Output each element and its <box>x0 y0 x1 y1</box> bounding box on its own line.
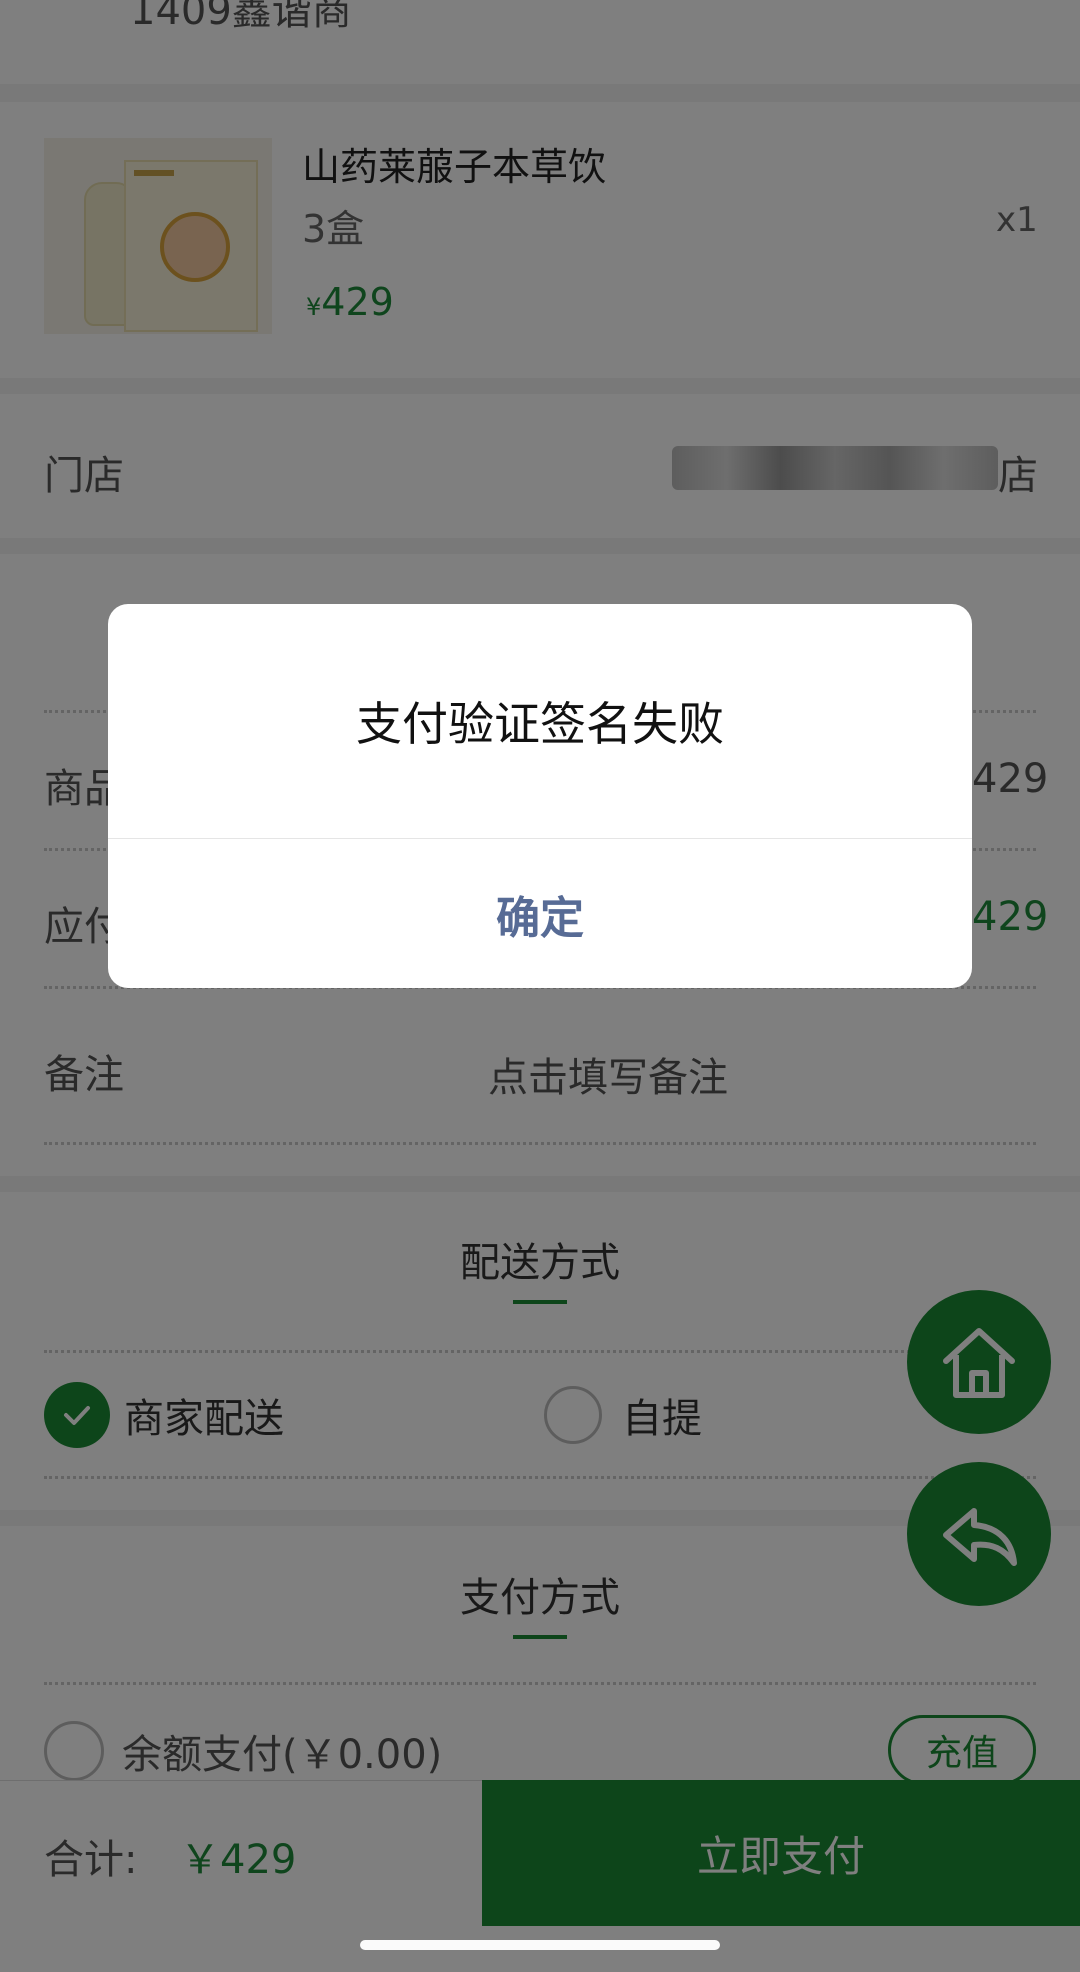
alert-dialog: 支付验证签名失败 确定 <box>108 604 972 988</box>
confirm-button[interactable]: 确定 <box>108 839 972 988</box>
system-home-indicator[interactable] <box>360 1940 720 1950</box>
dialog-message: 支付验证签名失败 <box>356 697 724 751</box>
